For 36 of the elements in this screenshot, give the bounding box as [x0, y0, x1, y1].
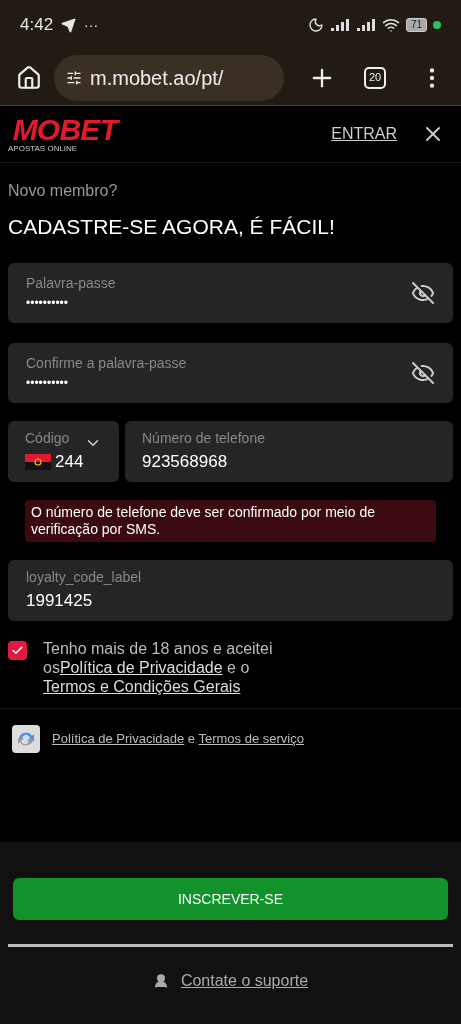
support-agent-icon — [152, 973, 169, 989]
page-title: CADASTRE-SE AGORA, É FÁCIL! — [8, 214, 336, 240]
terms-link[interactable]: Termos e Condições Gerais — [43, 677, 241, 695]
terms-link[interactable]: Política de Privacidade — [59, 658, 223, 676]
recaptcha-icon — [12, 724, 40, 753]
checkmark-icon — [11, 643, 24, 657]
wifi-icon — [381, 16, 400, 34]
country-code-select[interactable]: Código 244 — [8, 420, 119, 482]
support-link[interactable]: Contate o suporte — [180, 969, 309, 993]
status-more: ··· — [84, 15, 99, 35]
terms-checkbox[interactable] — [8, 640, 27, 660]
home-icon[interactable] — [16, 64, 42, 91]
recaptcha-link[interactable]: Termos de serviço — [198, 730, 304, 746]
hide-password-icon[interactable] — [411, 280, 435, 305]
phone-field[interactable]: Número de telefone 923568968 — [125, 420, 453, 482]
moon-icon — [307, 17, 324, 33]
hide-password-icon[interactable] — [411, 360, 435, 385]
submit-button[interactable]: INSCREVER-SE — [13, 878, 448, 920]
flag-icon — [25, 453, 51, 470]
address-bar[interactable]: m.mobet.ao/pt/ — [54, 54, 284, 101]
terms-text: Tenho mais de 18 anos e aceitei osPolítica de Privacidade e o Termos e Condições Gerais — [43, 638, 274, 696]
subtitle: Novo membro? — [8, 181, 119, 201]
logo[interactable]: MOBET APOSTAS ONLINE — [8, 115, 118, 153]
loyalty-code-field[interactable]: loyalty_code_label 1991425 — [8, 559, 453, 621]
login-link[interactable]: ENTRAR — [331, 122, 397, 146]
status-time: 4:42 — [20, 14, 54, 37]
recaptcha-link[interactable]: Política de Privacidade — [52, 730, 185, 746]
signal-icon — [355, 19, 376, 31]
battery-indicator: 71 — [405, 18, 427, 32]
tab-count-button[interactable]: 20 — [364, 66, 386, 89]
error-message: O número de telefone deve ser confirmado por meio de verificação por SMS. — [25, 499, 436, 542]
password-field[interactable]: Confirme a palavra-passe •••••••••• — [8, 342, 453, 403]
recaptcha-text: Política de Privacidade e Termos de serviço — [52, 729, 304, 748]
send-icon — [61, 17, 77, 33]
password-field[interactable]: Palavra-passe •••••••••• — [8, 262, 453, 323]
signal-icon — [329, 19, 350, 31]
